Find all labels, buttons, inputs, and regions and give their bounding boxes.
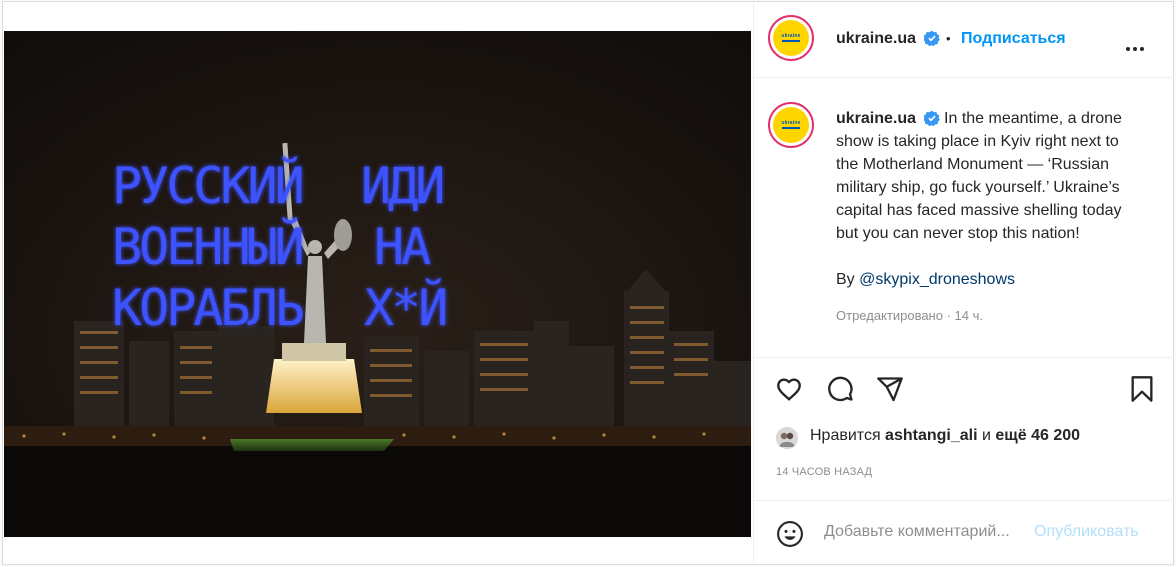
likes-text: Нравится ashtangi_ali и ещё 46 200 [810,427,1080,445]
post-frame: РУССКИЙ ВОЕННЫЙ КОРАБЛЬ ИДИ НА Х*Й ukrai… [2,1,1174,565]
avatar-image: ukraine [773,107,809,143]
edited-separator: · [942,308,955,323]
caption-account-link[interactable]: ukraine.ua [836,110,916,127]
heart-icon[interactable] [775,375,803,403]
likes-mid: и [977,427,996,444]
caption-line: capital has faced massive shelling today [836,202,1122,219]
post-header: ukraine ukraine.ua • Подписаться [754,2,1174,78]
header-account: ukraine.ua [836,30,941,48]
avatar-text: ukraine [781,120,801,126]
drone-word-4: ИДИ [361,157,442,215]
likes-prefix: Нравится [810,427,886,444]
avatar-bar [782,40,800,42]
drone-word-2: ВОЕННЫЙ [112,217,302,276]
publish-button[interactable]: Опубликовать [1034,523,1139,541]
comment-icon[interactable] [826,375,854,403]
more-icon[interactable] [1126,38,1147,56]
drone-word-1: РУССКИЙ [112,156,302,215]
post-timestamp[interactable]: 14 ЧАСОВ НАЗАД [776,466,872,478]
drone-word-6: Х*Й [364,278,445,337]
caption-line: but you can never stop this nation! [836,225,1080,242]
comment-input[interactable] [824,523,1024,541]
verified-icon [924,110,940,126]
account-name-link[interactable]: ukraine.ua [836,30,916,47]
byline-handle-link[interactable]: @skypix_droneshows [859,271,1015,288]
comment-bar: Опубликовать [754,500,1174,564]
edited-info: Отредактировано · 14 ч. [836,308,983,323]
caption-line: the Motherland Monument — ‘Russian [836,156,1110,173]
likes-count-link[interactable]: ещё 46 200 [995,427,1080,444]
drone-word-3: КОРАБЛЬ [112,279,303,337]
caption-line: show is taking place in Kyiv right next … [836,133,1119,150]
caption-line: military ship, go fuck yourself.’ Ukrain… [836,179,1120,196]
share-icon[interactable] [876,375,904,403]
edited-label: Отредактировано [836,308,943,323]
avatar-text: ukraine [781,33,801,39]
avatar-bar [782,127,800,129]
drone-word-5: НА [374,218,431,276]
account-avatar[interactable]: ukraine [768,15,814,61]
post-media: РУССКИЙ ВОЕННЫЙ КОРАБЛЬ ИДИ НА Х*Й [3,2,753,564]
actions-divider [754,357,1174,358]
caption-byline: By @skypix_droneshows [836,268,1158,291]
follow-button[interactable]: Подписаться [961,30,1066,48]
edited-time[interactable]: 14 ч. [955,308,983,323]
header-separator: • [946,31,951,46]
emoji-icon[interactable] [776,520,804,548]
post-photo[interactable]: РУССКИЙ ВОЕННЫЙ КОРАБЛЬ ИДИ НА Х*Й [4,31,751,537]
bookmark-icon[interactable] [1128,375,1156,403]
liker-avatar[interactable] [776,427,798,449]
liker-username-link[interactable]: ashtangi_ali [885,427,977,444]
avatar-image: ukraine [773,20,809,56]
verified-icon [924,30,941,46]
byline-prefix: By [836,271,860,288]
post-caption: ukraine.ua In the meantime, a drone show… [836,107,1158,291]
post-side-panel: ukraine ukraine.ua • Подписаться ukraine [753,2,1174,564]
caption-line: In the meantime, a drone [944,110,1122,127]
caption-avatar[interactable]: ukraine [768,102,814,148]
